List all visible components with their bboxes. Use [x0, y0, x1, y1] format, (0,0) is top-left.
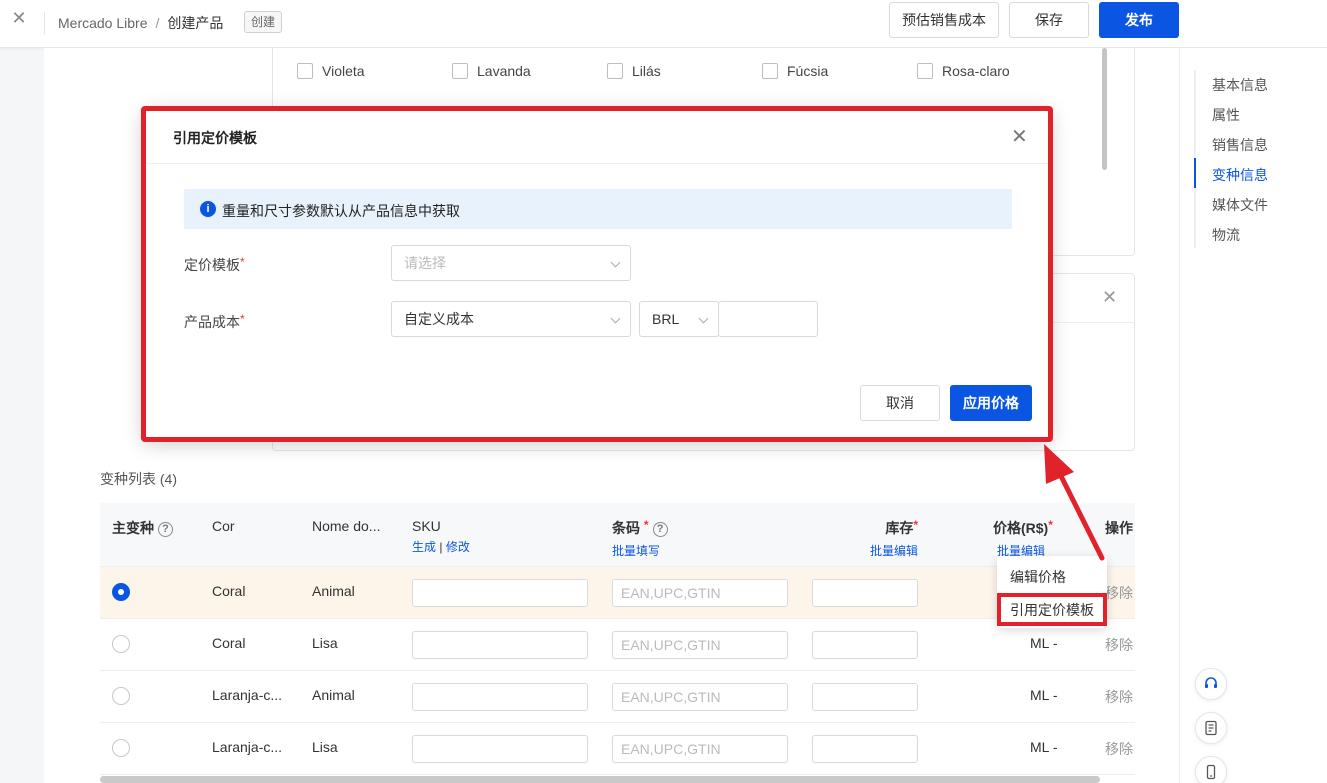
sku-input[interactable] [412, 683, 588, 711]
sku-edit-link[interactable]: 修改 [446, 540, 470, 554]
stock-input[interactable] [812, 579, 918, 607]
stock-batch-link[interactable]: 批量编辑 [870, 542, 918, 559]
close-icon[interactable]: ✕ [1102, 287, 1117, 308]
remove-link[interactable]: 移除 [1105, 687, 1133, 707]
barcode-batch-link[interactable]: 批量填写 [612, 542, 668, 559]
col-nome: Nome do... [312, 518, 381, 534]
barcode-input[interactable]: EAN,UPC,GTIN [612, 735, 788, 763]
barcode-input[interactable]: EAN,UPC,GTIN [612, 631, 788, 659]
breadcrumb: Mercado Libre / 创建产品 [58, 15, 224, 31]
cell-price: ML - [1030, 635, 1058, 651]
cell-cor: Coral [212, 635, 246, 651]
top-header: ✕ Mercado Libre / 创建产品 创建 预估销售成本 保存 发布 [0, 0, 1327, 48]
menu-item-edit-price[interactable]: 编辑价格 [1010, 567, 1066, 587]
main-variant-radio[interactable] [112, 739, 130, 757]
main-variant-radio[interactable] [112, 687, 130, 705]
nav-active-indicator [1194, 158, 1196, 188]
cell-cor: Coral [212, 583, 246, 599]
barcode-input[interactable]: EAN,UPC,GTIN [612, 683, 788, 711]
cell-nome: Lisa [312, 635, 338, 651]
table-row: Laranja-c... Animal EAN,UPC,GTIN ML - 移除 [100, 671, 1135, 723]
stock-input[interactable] [812, 683, 918, 711]
highlight-box [997, 593, 1107, 626]
remove-link[interactable]: 移除 [1105, 583, 1133, 603]
headset-icon[interactable] [1195, 668, 1227, 700]
cell-cor: Laranja-c... [212, 687, 283, 703]
breadcrumb-root[interactable]: Mercado Libre [58, 15, 148, 31]
col-main-variant: 主变种? [112, 518, 173, 538]
sku-generate-link[interactable]: 生成 [412, 540, 436, 554]
publish-button[interactable]: 发布 [1099, 2, 1179, 38]
estimate-cost-button[interactable]: 预估销售成本 [889, 2, 999, 38]
nav-item-attributes[interactable]: 属性 [1212, 105, 1240, 125]
nav-item-basic[interactable]: 基本信息 [1212, 75, 1268, 95]
help-icon[interactable]: ? [652, 521, 668, 537]
barcode-input[interactable]: EAN,UPC,GTIN [612, 579, 788, 607]
color-checkbox[interactable]: Lavanda [452, 63, 531, 79]
document-icon[interactable] [1195, 712, 1227, 744]
remove-link[interactable]: 移除 [1105, 739, 1133, 759]
variant-table-header: 主变种? Cor Nome do... SKU 生成 | 修改 条码 *? 批量… [100, 503, 1135, 567]
table-horizontal-scrollbar[interactable] [100, 776, 1100, 783]
cell-nome: Lisa [312, 739, 338, 755]
col-sku: SKU 生成 | 修改 [412, 518, 470, 554]
breadcrumb-current: 创建产品 [167, 15, 224, 31]
sku-input[interactable] [412, 735, 588, 763]
col-stock: 库存* 批量编辑 [870, 518, 919, 559]
color-checkbox[interactable]: Violeta [297, 63, 365, 79]
nav-item-variants[interactable]: 变种信息 [1212, 165, 1268, 185]
header-divider [44, 12, 45, 34]
cell-price: ML - [1030, 739, 1058, 755]
main-variant-radio[interactable] [112, 635, 130, 653]
sku-input[interactable] [412, 631, 588, 659]
stock-input[interactable] [812, 631, 918, 659]
col-cor: Cor [212, 518, 235, 534]
table-row: Laranja-c... Lisa EAN,UPC,GTIN ML - 移除 [100, 723, 1135, 775]
remove-link[interactable]: 移除 [1105, 635, 1133, 655]
nav-item-media[interactable]: 媒体文件 [1212, 195, 1268, 215]
cell-cor: Laranja-c... [212, 739, 283, 755]
table-row: Coral Animal EAN,UPC,GTIN 移除 [100, 567, 1135, 619]
cell-price: ML - [1030, 687, 1058, 703]
annotation-arrow [1044, 444, 1105, 561]
save-button[interactable]: 保存 [1009, 2, 1089, 38]
stock-input[interactable] [812, 735, 918, 763]
highlight-box [141, 106, 1053, 442]
close-icon[interactable]: ✕ [10, 9, 28, 27]
status-badge: 创建 [244, 11, 283, 33]
color-checkbox[interactable]: Fúcsia [762, 63, 828, 79]
table-row: Coral Lisa EAN,UPC,GTIN ML - 移除 [100, 619, 1135, 671]
nav-item-logistics[interactable]: 物流 [1212, 225, 1240, 245]
color-checkbox[interactable]: Lilás [607, 63, 661, 79]
cell-nome: Animal [312, 583, 355, 599]
variant-list-title: 变种列表 (4) [100, 471, 177, 487]
cell-nome: Animal [312, 687, 355, 703]
sku-input[interactable] [412, 579, 588, 607]
help-icon[interactable]: ? [158, 521, 173, 537]
main-variant-radio[interactable] [112, 583, 130, 601]
nav-item-sales[interactable]: 销售信息 [1212, 135, 1268, 155]
phone-icon[interactable] [1195, 756, 1227, 783]
color-box-scrollbar[interactable] [1102, 48, 1107, 170]
color-checkbox[interactable]: Rosa-claro [917, 63, 1010, 79]
col-barcode: 条码 *? 批量填写 [612, 518, 668, 559]
